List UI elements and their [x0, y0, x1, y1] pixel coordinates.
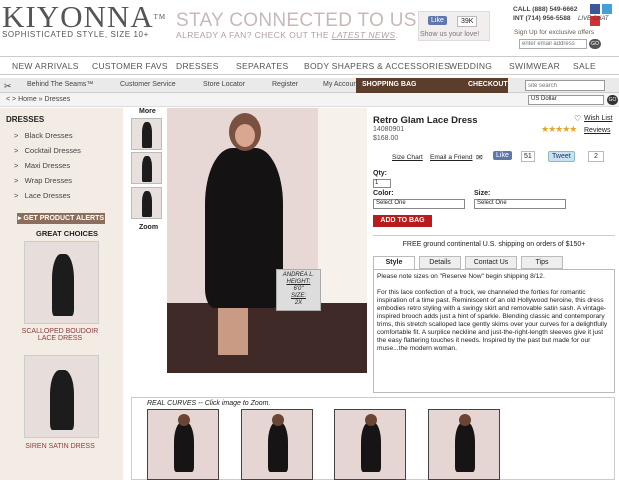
- seams-icon: ✂: [4, 81, 12, 91]
- latest-news-link[interactable]: LATEST NEWS: [332, 30, 396, 40]
- nav-customer-favs[interactable]: CUSTOMER FAVS: [92, 61, 168, 71]
- model-face: [235, 124, 255, 147]
- product-sku: 14080901: [373, 126, 405, 133]
- currency-select[interactable]: US Dollar: [528, 95, 604, 105]
- fan-text: ALREADY A FAN? CHECK OUT THE LATEST NEWS…: [176, 30, 399, 40]
- add-to-bag-button[interactable]: ADD TO BAG: [373, 215, 432, 227]
- email-friend-link[interactable]: Email a Friend: [430, 154, 473, 161]
- nav-new-arrivals[interactable]: NEW ARRIVALS: [12, 61, 79, 71]
- rating-stars: ★★★★★: [541, 124, 577, 134]
- product-like-count: 51: [521, 151, 535, 162]
- email-signup-input[interactable]: [519, 39, 587, 49]
- real-curves-thumb-3[interactable]: [334, 409, 406, 480]
- side-thumb-1[interactable]: [131, 118, 162, 150]
- model-info-card: ANDREA L. HEIGHT: 6'0" SIZE: 2X: [276, 269, 321, 311]
- checkout-button[interactable]: CHECKOUT: [468, 81, 508, 88]
- choice2-image[interactable]: [24, 355, 99, 438]
- tab-tips[interactable]: Tips: [521, 256, 563, 269]
- model-dress: [205, 148, 283, 308]
- color-label: Color:: [373, 190, 394, 197]
- choice2-dress: [50, 370, 74, 430]
- currency-go-button[interactable]: GO: [607, 95, 618, 105]
- site-search-input[interactable]: [525, 80, 605, 91]
- tab-style[interactable]: Style: [373, 256, 415, 269]
- shipping-note: FREE ground continental U.S. shipping on…: [402, 241, 586, 248]
- choice1-image[interactable]: [24, 241, 99, 324]
- nav-dresses[interactable]: DRESSES: [176, 61, 219, 71]
- nav-wedding[interactable]: WEDDING: [449, 61, 492, 71]
- tweet-button[interactable]: Tweet: [548, 151, 575, 162]
- size-select[interactable]: Select One: [474, 199, 566, 209]
- product-like-button[interactable]: Like: [493, 151, 512, 160]
- tab-panel: Please note sizes on "Reserve Now" begin…: [373, 269, 615, 393]
- facebook-icon[interactable]: [590, 4, 600, 14]
- color-select[interactable]: Select One: [373, 199, 465, 209]
- breadcrumb-bar: [0, 93, 619, 107]
- choice1-dress: [52, 254, 74, 316]
- tab-details[interactable]: Details: [419, 256, 461, 269]
- choice2-caption[interactable]: SIREN SATIN DRESS: [20, 443, 100, 450]
- sidebar-title: DRESSES: [6, 115, 45, 124]
- side-thumb-2[interactable]: [131, 152, 162, 184]
- product-price: $168.00: [373, 135, 399, 142]
- product-description: For this lace confection of a frock, we …: [377, 289, 608, 352]
- stay-connected-heading: STAY CONNECTED TO US!: [176, 10, 423, 31]
- real-curves-thumb-4[interactable]: [428, 409, 500, 480]
- signup-text: Sign Up for exclusive offers: [514, 29, 595, 36]
- nav-body-shapers[interactable]: BODY SHAPERS & ACCESSORIES: [304, 61, 450, 71]
- size-chart-link[interactable]: Size Chart: [392, 154, 423, 161]
- shopping-bag-button[interactable]: SHOPPING BAG: [362, 81, 416, 88]
- customer-service-link[interactable]: Customer Service: [120, 81, 176, 88]
- model-legs: [218, 305, 248, 355]
- show-love-text: Show us your love!: [420, 31, 480, 38]
- choice1-caption[interactable]: SCALLOPED BOUDOIR LACE DRESS: [20, 328, 100, 342]
- product-alerts-button[interactable]: ▸ GET PRODUCT ALERTS: [17, 213, 105, 224]
- sidebar-item-cocktail[interactable]: > Cocktail Dresses: [14, 146, 81, 155]
- tagline: SOPHISTICATED STYLE, SIZE 10+: [2, 30, 149, 39]
- logo[interactable]: KIYONNATM: [2, 1, 166, 32]
- sidebar-item-black[interactable]: > Black Dresses: [14, 131, 73, 140]
- reviews-link[interactable]: Reviews: [584, 127, 610, 134]
- main-nav: NEW ARRIVALS CUSTOMER FAVS DRESSES SEPAR…: [0, 56, 619, 75]
- sidebar-item-wrap[interactable]: > Wrap Dresses: [14, 176, 72, 185]
- heart-icon[interactable]: ♡: [574, 114, 581, 123]
- great-choices-heading: GREAT CHOICES: [36, 229, 98, 238]
- sidebar-item-maxi[interactable]: > Maxi Dresses: [14, 161, 70, 170]
- tweet-count: 2: [588, 151, 604, 162]
- bag-bar: SHOPPING BAG CHECKOUT: [356, 78, 508, 93]
- sidebar-item-lace[interactable]: > Lace Dresses: [14, 191, 71, 200]
- divider: [373, 235, 615, 236]
- facebook-like-count: 39K: [457, 16, 478, 27]
- phone-numbers: CALL (888) 549-6662 INT (714) 956-5588: [513, 6, 578, 22]
- store-locator-link[interactable]: Store Locator: [203, 81, 245, 88]
- real-curves-label: REAL CURVES -- Click image to Zoom.: [147, 400, 271, 407]
- qty-select[interactable]: 1: [373, 179, 391, 188]
- my-account-link[interactable]: My Account: [323, 81, 359, 88]
- nav-sale[interactable]: SALE: [573, 61, 596, 71]
- product-title: Retro Glam Lace Dress: [373, 115, 478, 126]
- photo-floor: [167, 303, 367, 373]
- more-label: More: [139, 108, 156, 115]
- live-chat-link[interactable]: LIVE CHAT: [578, 16, 609, 22]
- facebook-like-button[interactable]: Like: [428, 16, 447, 25]
- size-label: Size:: [474, 190, 491, 197]
- behind-the-seams-link[interactable]: Behind The Seams™: [27, 81, 93, 88]
- envelope-icon[interactable]: ✉: [476, 153, 483, 162]
- nav-swimwear[interactable]: SWIMWEAR: [509, 61, 560, 71]
- register-link[interactable]: Register: [272, 81, 298, 88]
- real-curves-thumb-1[interactable]: [147, 409, 219, 480]
- side-thumb-3[interactable]: [131, 187, 162, 219]
- nav-separates[interactable]: SEPARATES: [236, 61, 288, 71]
- email-go-button[interactable]: GO: [589, 39, 601, 49]
- reserve-note: Please note sizes on "Reserve Now" begin…: [377, 273, 545, 280]
- tab-contact-us[interactable]: Contact Us: [465, 256, 517, 269]
- zoom-label[interactable]: Zoom: [139, 224, 158, 231]
- qty-label: Qty:: [373, 170, 387, 177]
- wish-list-link[interactable]: Wish List: [584, 115, 612, 122]
- real-curves-thumb-2[interactable]: [241, 409, 313, 480]
- breadcrumb[interactable]: < > Home » Dresses: [6, 96, 70, 103]
- twitter-icon[interactable]: [602, 4, 612, 14]
